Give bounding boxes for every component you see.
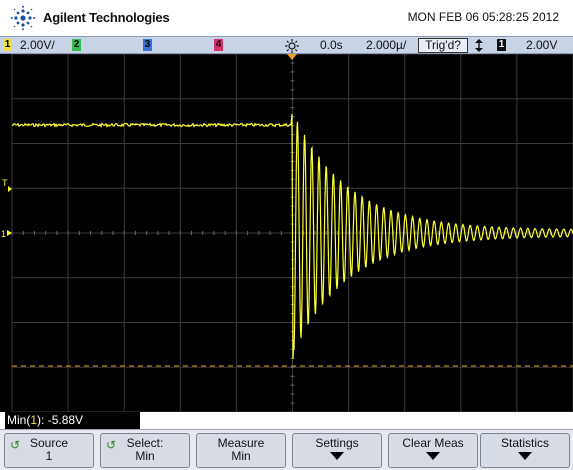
readout-value: ): -5.88V: [37, 413, 84, 427]
trigger-time-marker: [287, 54, 297, 60]
softkey-value: Min: [231, 449, 251, 463]
header-bar: Agilent Technologies MON FEB 06 05:28:25…: [0, 0, 573, 36]
trigger-source-indicator: 1: [497, 39, 506, 51]
trigger-status: Trig'd?: [418, 38, 468, 53]
channel-1-indicator[interactable]: 1: [3, 39, 12, 51]
measure-softkey[interactable]: Measure Min: [196, 433, 286, 468]
trigger-level: 2.00V: [526, 38, 558, 52]
trigger-level-marker: T: [2, 178, 12, 192]
down-arrow-icon: [518, 452, 532, 460]
sun-icon: [285, 39, 299, 53]
brand-name: Agilent Technologies: [43, 10, 170, 25]
measurement-readout: Min(1): -5.88V: [5, 412, 140, 429]
svg-text:T: T: [2, 178, 8, 188]
down-arrow-icon: [330, 452, 344, 460]
channel-1-scale: 2.00V/: [20, 38, 55, 52]
softkey-label: Settings: [315, 436, 359, 450]
select-softkey[interactable]: ↺ Select: Min: [100, 433, 190, 468]
delay-readout: 0.0s: [320, 38, 343, 52]
waveform-display[interactable]: T 1: [0, 54, 573, 412]
agilent-spark-icon: [10, 5, 36, 31]
date-time: MON FEB 06 05:28:25 2012: [407, 10, 559, 24]
rotate-knob-icon: ↺: [10, 438, 21, 452]
channel-2-indicator[interactable]: 2: [72, 39, 81, 51]
statistics-softkey[interactable]: Statistics: [480, 433, 570, 468]
softkey-label: Statistics: [500, 436, 549, 450]
source-softkey[interactable]: ↺ Source 1: [4, 433, 94, 468]
waveform-canvas: T 1: [1, 54, 573, 412]
timebase-readout: 2.000µ/: [366, 38, 407, 52]
updown-arrows-icon: [475, 39, 483, 52]
softkey-label: Clear Meas: [402, 436, 464, 450]
readout-label: Min(: [7, 413, 31, 427]
softkey-bar: ↺ Source 1 ↺ Select: Min Measure Min Set…: [0, 429, 573, 470]
rotate-knob-icon: ↺: [106, 438, 117, 452]
ground-marker: 1: [1, 229, 12, 239]
svg-text:1: 1: [1, 229, 6, 239]
status-bar: 1 2.00V/ 2 3 4 0.0s 2.000µ/ Trig'd? 1 2.…: [0, 36, 573, 54]
settings-softkey[interactable]: Settings: [292, 433, 382, 468]
clear-meas-softkey[interactable]: Clear Meas: [388, 433, 478, 468]
channel-3-indicator[interactable]: 3: [143, 39, 152, 51]
down-arrow-icon: [426, 452, 440, 460]
channel-4-indicator[interactable]: 4: [214, 39, 223, 51]
